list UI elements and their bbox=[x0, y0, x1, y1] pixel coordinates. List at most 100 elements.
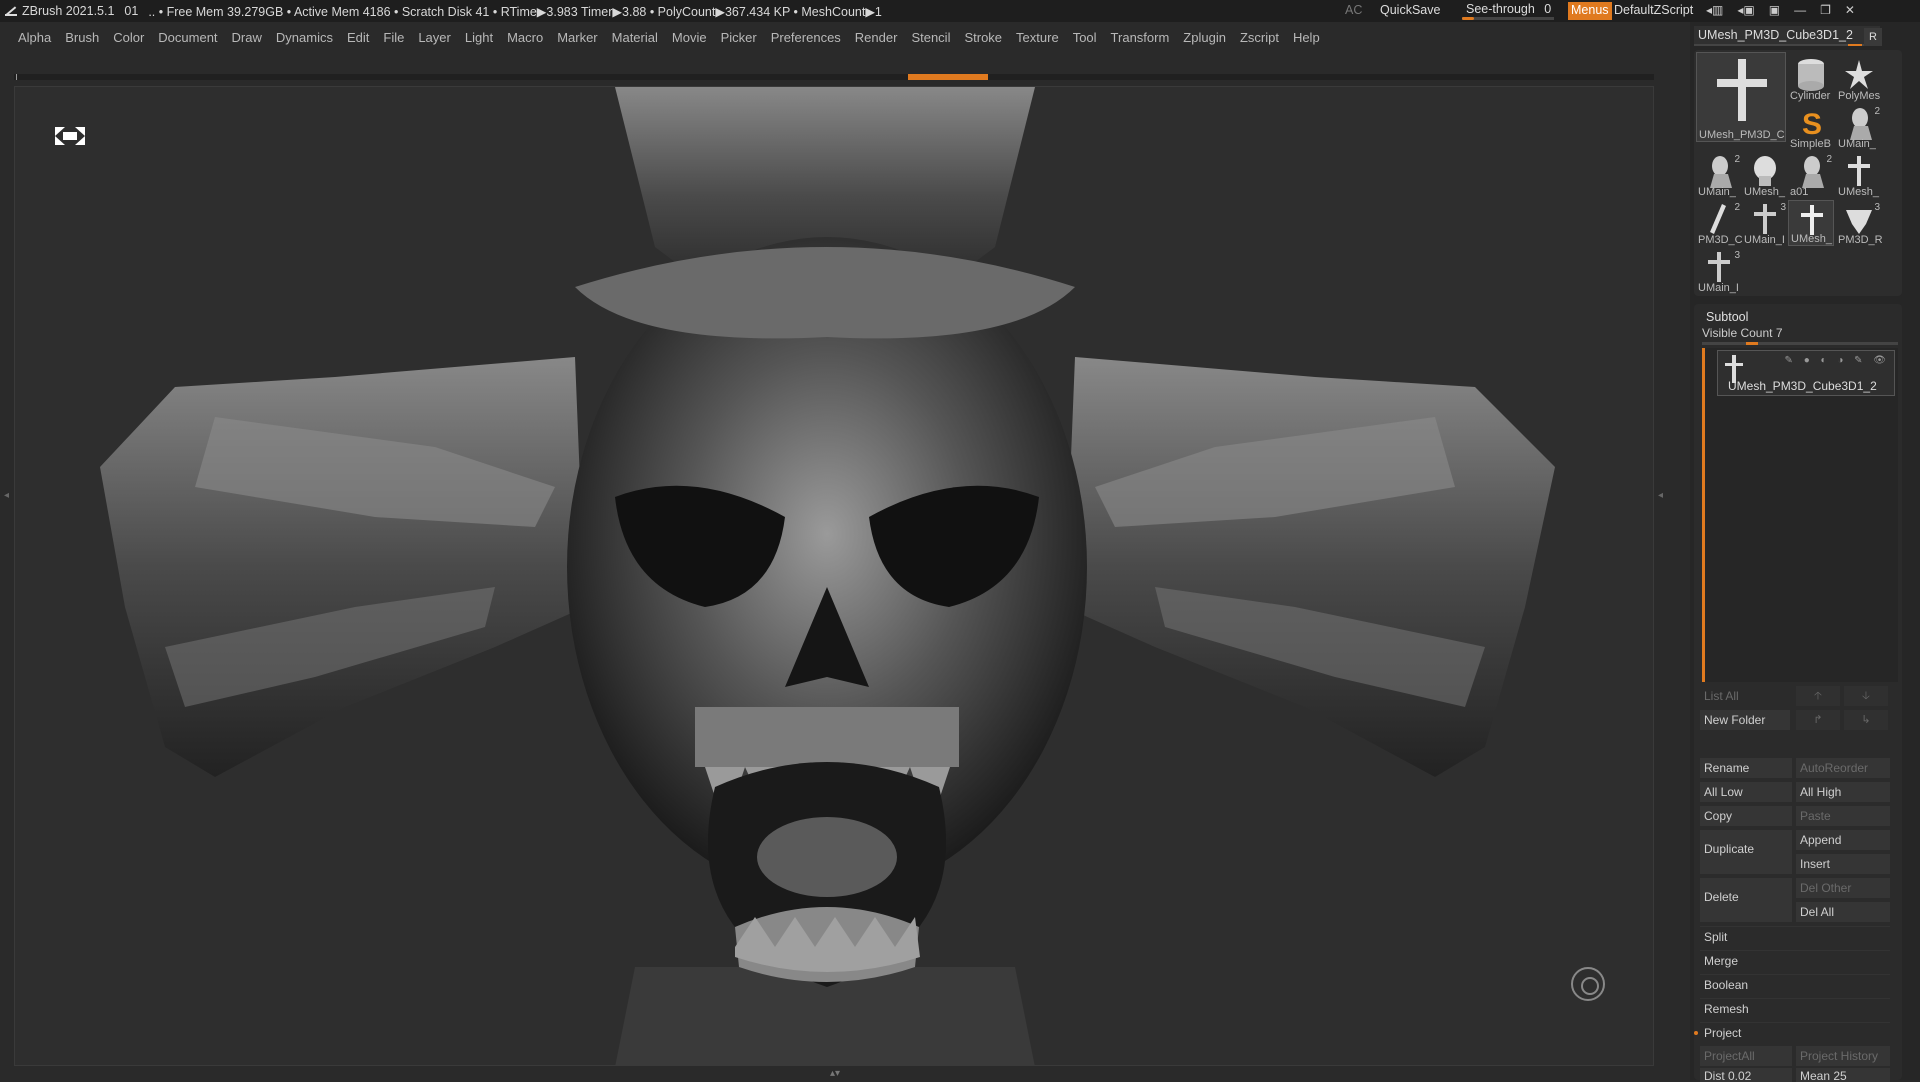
all-low-button[interactable]: All Low bbox=[1700, 782, 1792, 802]
menu-stencil[interactable]: Stencil bbox=[911, 30, 950, 45]
close-icon[interactable]: ✕ bbox=[1845, 3, 1855, 17]
project-menu[interactable]: Project bbox=[1694, 1022, 1890, 1042]
menu-transform[interactable]: Transform bbox=[1111, 30, 1170, 45]
boolean-menu[interactable]: Boolean bbox=[1700, 974, 1890, 994]
zbrush-logo-icon bbox=[4, 4, 18, 18]
tray-icon[interactable]: ◂▥ bbox=[1706, 3, 1723, 17]
tool-thumb-umain-4[interactable]: 3 UMain_I bbox=[1696, 248, 1742, 294]
tool-thumb-umesh-3[interactable]: UMesh_ bbox=[1788, 200, 1834, 246]
left-tray-handle[interactable]: ◂ bbox=[4, 490, 10, 620]
bottom-tray-handle[interactable]: ▴▾ bbox=[770, 1068, 900, 1079]
menu-layer[interactable]: Layer bbox=[418, 30, 451, 45]
quicksave-button[interactable]: QuickSave bbox=[1380, 3, 1440, 17]
all-high-button[interactable]: All High bbox=[1796, 782, 1890, 802]
menu-preferences[interactable]: Preferences bbox=[771, 30, 841, 45]
menus-button[interactable]: Menus bbox=[1568, 2, 1612, 20]
new-folder-button[interactable]: New Folder bbox=[1700, 710, 1790, 730]
menu-render[interactable]: Render bbox=[855, 30, 898, 45]
cross-mesh-icon bbox=[1801, 205, 1823, 235]
tool-thumbnail-grid: UMesh_PM3D_C Cylinder PolyMes S SimpleB … bbox=[1694, 50, 1902, 296]
menu-dynamics[interactable]: Dynamics bbox=[276, 30, 333, 45]
menu-tool[interactable]: Tool bbox=[1073, 30, 1097, 45]
tool-thumb-pm3d-c[interactable]: 2 PM3D_C bbox=[1696, 200, 1742, 246]
subtool-list[interactable]: ✎ ● ◐ ◑ ✎ 👁 UMesh_PM3D_Cube3D1_2 bbox=[1702, 348, 1898, 682]
tool-thumb-pm3d-r[interactable]: 3 PM3D_R bbox=[1836, 200, 1882, 246]
layout-icon[interactable]: ◂▣ bbox=[1737, 3, 1754, 17]
move-up-icon[interactable]: 🡡 bbox=[1796, 686, 1840, 706]
menu-color[interactable]: Color bbox=[113, 30, 144, 45]
cross-mesh-icon bbox=[1848, 156, 1870, 186]
menu-zplugin[interactable]: Zplugin bbox=[1183, 30, 1226, 45]
copy-button[interactable]: Copy bbox=[1700, 806, 1792, 826]
tool-thumb-umain-1[interactable]: 2 UMain_ bbox=[1836, 104, 1882, 150]
menu-brush[interactable]: Brush bbox=[65, 30, 99, 45]
list-all-button[interactable]: List All bbox=[1700, 686, 1790, 706]
delete-button[interactable]: Delete bbox=[1700, 878, 1792, 922]
folder-move-icon[interactable]: ↱ bbox=[1796, 710, 1840, 730]
menu-edit[interactable]: Edit bbox=[347, 30, 369, 45]
tool-thumb-a01[interactable]: 2 a01 bbox=[1788, 152, 1834, 198]
duplicate-button[interactable]: Duplicate bbox=[1700, 830, 1792, 874]
paste-button[interactable]: Paste bbox=[1796, 806, 1890, 826]
blade-mesh-icon bbox=[1710, 204, 1726, 234]
right-tray-handle[interactable]: ◂ bbox=[1658, 490, 1666, 620]
merge-menu[interactable]: Merge bbox=[1700, 950, 1890, 970]
menu-draw[interactable]: Draw bbox=[232, 30, 262, 45]
tool-thumb-polymesh[interactable]: PolyMes bbox=[1836, 56, 1882, 102]
undo-history-icon[interactable]: ▣ bbox=[1769, 3, 1780, 17]
folder-move-down-icon[interactable]: ↳ bbox=[1844, 710, 1888, 730]
append-button[interactable]: Append bbox=[1796, 830, 1890, 850]
subtool-item[interactable]: ✎ ● ◐ ◑ ✎ 👁 UMesh_PM3D_Cube3D1_2 bbox=[1717, 350, 1895, 396]
menu-marker[interactable]: Marker bbox=[557, 30, 597, 45]
menu-stroke[interactable]: Stroke bbox=[964, 30, 1002, 45]
tool-thumb-umain-3[interactable]: 3 UMain_I bbox=[1742, 200, 1788, 246]
right-tray: UMesh_PM3D_Cube3D1_2 R UMesh_PM3D_C Cyli… bbox=[1690, 22, 1920, 1082]
tool-thumb-umesh-1[interactable]: UMesh_ bbox=[1742, 152, 1788, 198]
tool-thumb-simplebrush[interactable]: S SimpleB bbox=[1788, 104, 1834, 150]
project-all-button[interactable]: ProjectAll bbox=[1700, 1046, 1792, 1066]
default-zscript-button[interactable]: DefaultZScript bbox=[1614, 3, 1693, 17]
tool-thumb-umesh-2[interactable]: UMesh_ bbox=[1836, 152, 1882, 198]
viewport-canvas[interactable] bbox=[14, 86, 1654, 1066]
see-through-slider[interactable]: See-through 0 bbox=[1462, 2, 1554, 20]
menu-texture[interactable]: Texture bbox=[1016, 30, 1059, 45]
tool-r-button[interactable]: R bbox=[1864, 28, 1882, 46]
polymesh-star-icon bbox=[1845, 60, 1873, 89]
menu-help[interactable]: Help bbox=[1293, 30, 1320, 45]
expand-icon[interactable] bbox=[53, 125, 87, 147]
bust-mesh-icon bbox=[1850, 108, 1872, 140]
subtool-visibility-icons[interactable]: ✎ ● ◐ ◑ ✎ 👁 bbox=[1785, 355, 1890, 366]
menu-file[interactable]: File bbox=[383, 30, 404, 45]
tool-thumb-umain-2[interactable]: 2 UMain_ bbox=[1696, 152, 1742, 198]
menu-document[interactable]: Document bbox=[158, 30, 217, 45]
menu-picker[interactable]: Picker bbox=[721, 30, 757, 45]
subtool-title[interactable]: Subtool bbox=[1706, 310, 1748, 324]
menu-movie[interactable]: Movie bbox=[672, 30, 707, 45]
tool-thumb-cylinder[interactable]: Cylinder bbox=[1788, 56, 1834, 102]
insert-button[interactable]: Insert bbox=[1796, 854, 1890, 874]
move-down-icon[interactable]: 🡣 bbox=[1844, 686, 1888, 706]
minimize-icon[interactable]: — bbox=[1794, 3, 1806, 17]
auto-reorder-button[interactable]: AutoReorder bbox=[1796, 758, 1890, 778]
split-menu[interactable]: Split bbox=[1700, 926, 1890, 946]
navigation-gizmo-icon[interactable] bbox=[1571, 967, 1605, 1001]
visible-count-bar bbox=[1702, 342, 1898, 345]
project-history-button[interactable]: Project History bbox=[1796, 1046, 1890, 1066]
svg-text:S: S bbox=[1802, 108, 1822, 140]
restore-icon[interactable]: ❐ bbox=[1820, 3, 1831, 17]
menu-zscript[interactable]: Zscript bbox=[1240, 30, 1279, 45]
del-other-button[interactable]: Del Other bbox=[1796, 878, 1890, 898]
del-all-button[interactable]: Del All bbox=[1796, 902, 1890, 922]
tool-thumb-current[interactable]: UMesh_PM3D_C bbox=[1696, 52, 1786, 142]
current-tool-selector[interactable]: UMesh_PM3D_Cube3D1_2 bbox=[1694, 26, 1880, 46]
cross-mesh-icon bbox=[1754, 204, 1776, 234]
visible-count-slider[interactable]: Visible Count 7 bbox=[1702, 326, 1783, 340]
rename-button[interactable]: Rename bbox=[1700, 758, 1792, 778]
app-title: ZBrush 2021.5.1 bbox=[22, 4, 115, 18]
subtool-panel: Subtool Visible Count 7 ✎ ● ◐ ◑ ✎ 👁 UMes… bbox=[1694, 304, 1902, 1082]
menu-material[interactable]: Material bbox=[612, 30, 658, 45]
menu-light[interactable]: Light bbox=[465, 30, 493, 45]
remesh-menu[interactable]: Remesh bbox=[1700, 998, 1890, 1018]
menu-macro[interactable]: Macro bbox=[507, 30, 543, 45]
menu-alpha[interactable]: Alpha bbox=[18, 30, 51, 45]
